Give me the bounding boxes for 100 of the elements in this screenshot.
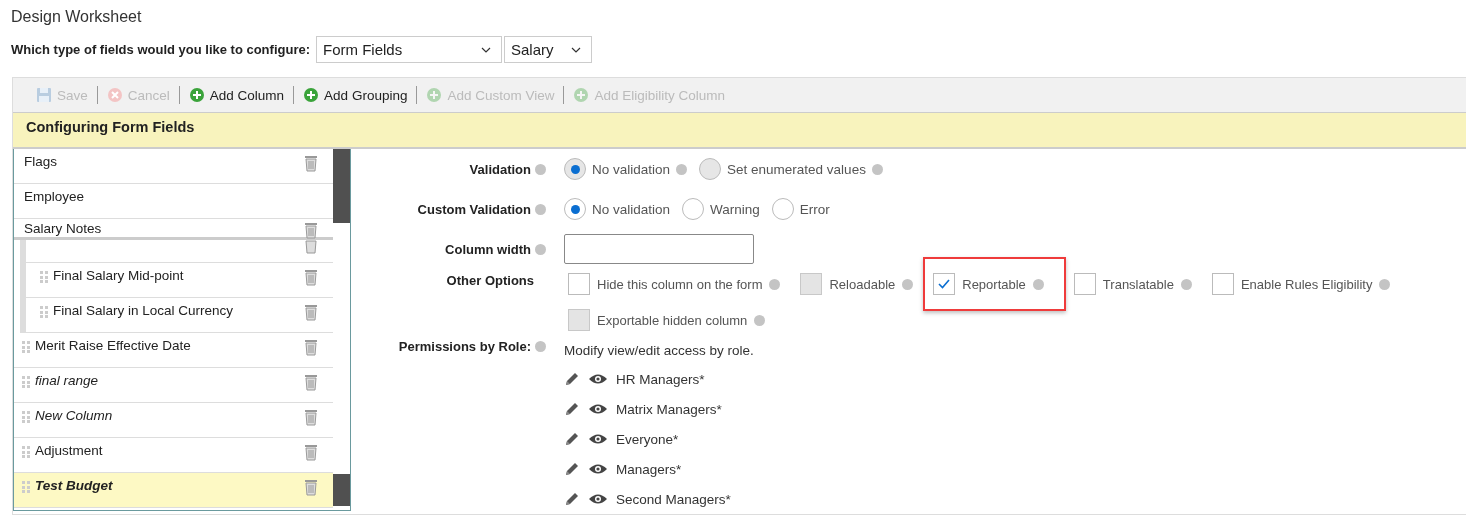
help-icon[interactable] <box>769 278 781 290</box>
radio-option[interactable]: Error <box>771 198 830 220</box>
radio-option[interactable]: No validation <box>564 198 671 220</box>
cancel-icon <box>106 87 123 103</box>
drag-handle-icon[interactable] <box>40 306 48 318</box>
column-item[interactable]: Final Salary in Local Currency <box>20 298 333 333</box>
help-icon[interactable] <box>535 203 546 215</box>
help-icon[interactable] <box>1379 278 1391 290</box>
column-width-field[interactable] <box>564 234 754 264</box>
drag-handle-icon[interactable] <box>22 341 30 353</box>
toolbar-button[interactable]: Add Column <box>185 87 288 103</box>
column-item[interactable]: Test Budget <box>14 473 333 508</box>
column-name: New Column <box>35 408 114 423</box>
trash-icon[interactable] <box>303 154 319 172</box>
trash-icon[interactable] <box>303 221 319 239</box>
help-icon[interactable] <box>535 341 546 352</box>
trash-icon[interactable] <box>303 240 319 254</box>
column-name: Salary Notes <box>24 221 103 236</box>
help-icon[interactable] <box>1032 278 1044 290</box>
drag-handle-icon[interactable] <box>22 446 30 458</box>
role-name: Second Managers* <box>616 491 731 507</box>
column-item[interactable]: Employee <box>14 184 333 219</box>
add-icon <box>188 87 205 103</box>
role-name: Everyone* <box>616 431 679 447</box>
eye-icon[interactable] <box>588 403 608 415</box>
chevron-down-icon <box>481 46 491 53</box>
drag-handle-icon[interactable] <box>22 376 30 388</box>
trash-icon[interactable] <box>303 268 319 286</box>
role-name: HR Managers* <box>616 371 705 387</box>
column-name: final range <box>35 373 100 388</box>
column-item[interactable]: Salary Notes <box>14 219 333 240</box>
column-name: Final Salary Mid-point <box>53 268 185 283</box>
column-item[interactable]: Final Salary Mid-point <box>20 263 333 298</box>
trash-icon[interactable] <box>303 373 319 391</box>
radio-option[interactable]: Warning <box>682 198 760 220</box>
column-item[interactable]: Flags <box>14 149 333 184</box>
section-title: Configuring Form Fields <box>26 119 195 135</box>
checkmark-icon <box>937 277 952 291</box>
checkbox-label: Exportable hidden column <box>597 312 748 328</box>
help-icon[interactable] <box>1180 278 1192 290</box>
eye-icon[interactable] <box>588 373 608 385</box>
checkbox-label: Translatable <box>1102 276 1174 292</box>
add-icon <box>426 87 443 103</box>
field-type-label: Which type of fields would you like to configure: <box>11 42 310 57</box>
help-icon[interactable] <box>535 243 546 255</box>
drag-handle-icon[interactable] <box>22 481 30 493</box>
scrollbar-thumb[interactable] <box>333 474 350 506</box>
save-icon <box>36 87 52 103</box>
checkbox[interactable] <box>933 273 956 295</box>
radio-button[interactable] <box>682 198 705 220</box>
permissions-description: Modify view/edit access by role. <box>564 342 754 360</box>
pencil-icon[interactable] <box>564 431 580 447</box>
radio-button[interactable] <box>771 198 794 220</box>
toolbar-button[interactable]: Add Grouping <box>300 87 411 103</box>
radio-button[interactable] <box>564 198 586 220</box>
chevron-down-icon <box>571 46 581 53</box>
checkbox[interactable] <box>1073 273 1096 295</box>
checkbox-label: Enable Rules Eligibility <box>1240 276 1373 292</box>
trash-icon[interactable] <box>303 303 319 321</box>
page-title: Design Worksheet <box>10 7 143 27</box>
pencil-icon[interactable] <box>564 491 580 507</box>
checkbox-label: Reloadable <box>829 276 896 292</box>
field-label: Permissions by Role: <box>398 339 531 354</box>
checkbox[interactable] <box>1211 273 1234 295</box>
trash-icon[interactable] <box>303 478 319 496</box>
drag-handle-icon[interactable] <box>40 271 48 283</box>
column-name: Flags <box>24 154 58 169</box>
role-name: Matrix Managers* <box>616 401 722 417</box>
scrollbar-thumb[interactable] <box>333 149 350 223</box>
trash-icon[interactable] <box>303 408 319 426</box>
template-dropdown[interactable]: Salary <box>504 36 592 63</box>
pencil-icon[interactable] <box>564 371 580 387</box>
field-label: Column width <box>445 241 531 257</box>
help-icon[interactable] <box>902 278 914 290</box>
drag-handle-icon[interactable] <box>22 411 30 423</box>
eye-icon[interactable] <box>588 493 608 505</box>
column-item[interactable]: Merit Raise Effective Date <box>14 333 333 368</box>
role-name: Managers* <box>616 461 682 477</box>
eye-icon[interactable] <box>588 463 608 475</box>
checkbox-label: Hide this column on the form <box>597 276 763 292</box>
add-icon <box>303 87 320 103</box>
help-icon[interactable] <box>535 163 546 175</box>
trash-icon[interactable] <box>303 443 319 461</box>
pencil-icon[interactable] <box>564 461 580 477</box>
column-item[interactable]: final range <box>14 368 333 403</box>
column-item[interactable]: New Column <box>14 403 333 438</box>
help-icon[interactable] <box>754 314 766 326</box>
checkbox-label: Reportable <box>962 276 1026 292</box>
column-name: Merit Raise Effective Date <box>35 338 192 353</box>
trash-icon[interactable] <box>303 338 319 356</box>
field-label: Validation <box>469 161 531 177</box>
field-type-dropdown[interactable]: Form Fields <box>316 36 502 63</box>
eye-icon[interactable] <box>588 433 608 445</box>
field-label: Custom Validation <box>417 201 531 217</box>
field-label: Other Options <box>446 273 534 288</box>
pencil-icon[interactable] <box>564 401 580 417</box>
column-name: Employee <box>24 189 86 204</box>
column-name: Test Budget <box>35 478 114 493</box>
column-name: Final Salary in Local Currency <box>53 303 235 318</box>
checkbox[interactable] <box>568 273 590 295</box>
